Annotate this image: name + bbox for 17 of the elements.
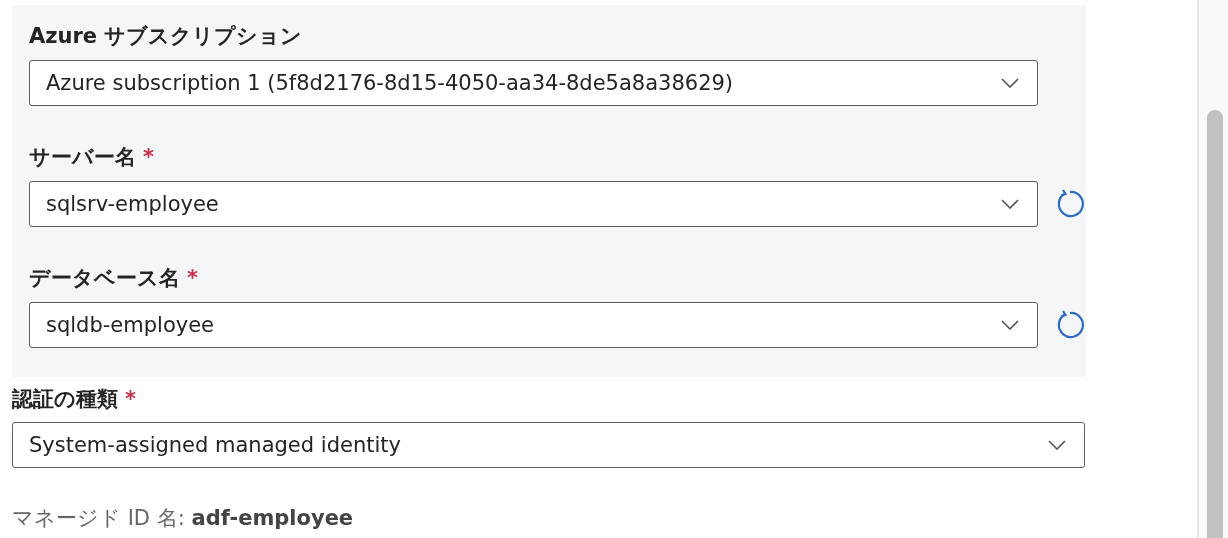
chevron-icon bbox=[1001, 199, 1020, 209]
chevron-icon bbox=[1048, 440, 1066, 450]
required-mark: * bbox=[187, 266, 198, 290]
dropdown-field[interactable]: sqldb-employee bbox=[29, 302, 1039, 348]
dropdown-field[interactable]: Azure subscription 1 (5f8d2176-8d15-4050-aa34-8de5a8a38629) bbox=[29, 60, 1039, 106]
field-label: データベース名 bbox=[29, 265, 180, 292]
field-label: 認証の種類 bbox=[12, 386, 118, 413]
required-mark: * bbox=[143, 145, 154, 169]
chevron-icon bbox=[1001, 78, 1020, 88]
scrollbar-thumb[interactable] bbox=[1207, 110, 1223, 538]
required-mark: * bbox=[125, 387, 136, 411]
chevron-icon bbox=[1001, 320, 1020, 330]
managed-identity-text: マネージド ID 名: adf-employee bbox=[12, 505, 355, 532]
dropdown-field[interactable]: System-assigned managed identity bbox=[12, 422, 1085, 468]
field-label: サーバー名 bbox=[29, 144, 136, 171]
dropdown-field[interactable]: sqlsrv-employee bbox=[29, 181, 1039, 227]
field-label: Azure サブスクリプション bbox=[29, 23, 303, 50]
